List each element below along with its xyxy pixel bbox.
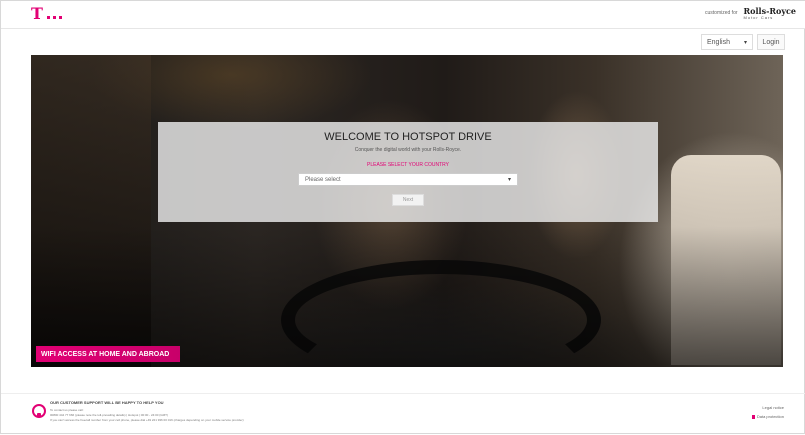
- support-line-1: To contact us please call:: [50, 408, 84, 412]
- footer: OUR CUSTOMER SUPPORT WILL BE HAPPY TO HE…: [1, 393, 805, 435]
- legal-notice-link[interactable]: Legal notice: [762, 405, 784, 410]
- data-protection-label: Data protection: [756, 414, 784, 419]
- brand-block: customized for Rolls-Royce Motor Cars: [705, 7, 796, 20]
- brand-name: Rolls-Royce: [743, 6, 796, 16]
- welcome-panel: WELCOME TO HOTSPOT DRIVE Conquer the dig…: [158, 122, 658, 222]
- chevron-down-icon: ▾: [743, 39, 747, 46]
- support-line-3: If you can't access the freecall number …: [50, 418, 244, 422]
- login-button[interactable]: Login: [757, 34, 785, 50]
- wifi-badge: WIFI ACCESS AT HOME AND ABROAD: [36, 346, 180, 362]
- customized-by-text: customized for: [705, 10, 738, 16]
- page-frame: T customized for Rolls-Royce Motor Cars …: [0, 0, 805, 434]
- lock-icon: [751, 414, 755, 419]
- headset-icon: [32, 404, 46, 418]
- header: T customized for Rolls-Royce Motor Cars: [1, 1, 805, 29]
- data-protection-link[interactable]: Data protection: [751, 414, 784, 419]
- language-value: English: [707, 38, 730, 46]
- rolls-royce-logo: Rolls-Royce Motor Cars: [744, 7, 796, 20]
- hero-banner: WELCOME TO HOTSPOT DRIVE Conquer the dig…: [31, 55, 783, 367]
- country-prompt: PLEASE SELECT YOUR COUNTRY: [367, 162, 449, 168]
- welcome-title: WELCOME TO HOTSPOT DRIVE: [324, 131, 492, 143]
- welcome-subtitle: Conquer the digital world with your Roll…: [354, 147, 462, 153]
- support-title: OUR CUSTOMER SUPPORT WILL BE HAPPY TO HE…: [50, 400, 164, 405]
- country-select[interactable]: Please select ▾: [298, 173, 518, 186]
- brand-sub: Motor Cars: [743, 15, 774, 20]
- language-select[interactable]: English ▾: [701, 34, 753, 50]
- chevron-down-icon: ▾: [507, 177, 511, 183]
- next-button[interactable]: Next: [392, 194, 424, 206]
- telekom-logo[interactable]: T: [31, 6, 62, 22]
- telekom-t-logo: T: [31, 4, 43, 23]
- telekom-dots: [46, 15, 62, 19]
- country-select-value: Please select: [305, 176, 341, 183]
- support-line-2: 00800 444 77 666 (please note the toll-p…: [50, 413, 168, 417]
